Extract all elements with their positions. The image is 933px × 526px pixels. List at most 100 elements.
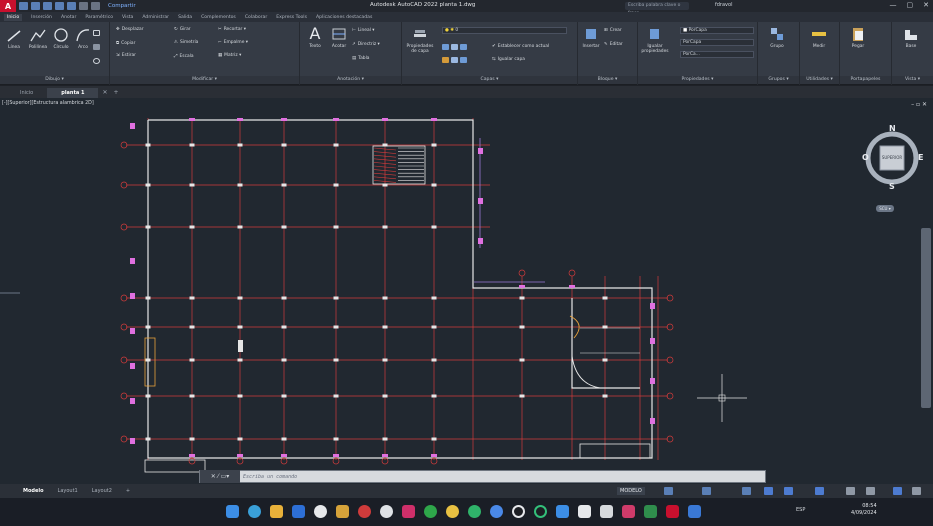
app-red-icon[interactable]	[358, 505, 371, 518]
wcs-menu[interactable]: SCU ▾	[876, 205, 894, 212]
layer-properties-button[interactable]: Propiedades de capa	[404, 26, 436, 54]
lineweight-dropdown[interactable]: PorCa...	[680, 51, 754, 58]
close-window-button[interactable]: ✕	[923, 1, 929, 9]
app-flag-icon[interactable]	[644, 505, 657, 518]
measure-button[interactable]: Medir	[804, 26, 834, 49]
viewcube-face-top[interactable]: SUPERIOR	[881, 155, 903, 160]
app-pink-icon[interactable]	[402, 505, 415, 518]
base-view-button[interactable]: Base	[898, 26, 924, 49]
layout-tab-model[interactable]: Modelo	[20, 488, 47, 494]
undo-icon[interactable]	[79, 2, 88, 10]
windows-start-icon[interactable]	[226, 505, 239, 518]
annotation-group-label[interactable]: Anotación ▾	[300, 76, 401, 84]
tab-insercion[interactable]: Inserción	[31, 15, 52, 20]
new-icon[interactable]	[19, 2, 28, 10]
rotate-button[interactable]: ↻ Girar	[174, 27, 191, 32]
viewcube-east[interactable]: E	[918, 153, 923, 162]
hatch-icon[interactable]	[93, 44, 100, 50]
match-properties-button[interactable]: Igualar propiedades	[640, 26, 670, 54]
add-tab-icon[interactable]: +	[113, 88, 118, 98]
arc-button[interactable]: Arco	[74, 27, 92, 50]
tab-aplicaciones-destacadas[interactable]: Aplicaciones destacadas	[316, 15, 372, 20]
circle-button[interactable]: Círculo	[51, 27, 71, 50]
block-group-label[interactable]: Bloque ▾	[578, 76, 637, 84]
app-window-icon[interactable]	[556, 505, 569, 518]
app-mail-icon[interactable]	[688, 505, 701, 518]
polyline-button[interactable]: Polilínea	[26, 27, 50, 50]
annotation-scale-icon[interactable]	[815, 487, 824, 495]
ortho-toggle-icon[interactable]	[742, 487, 751, 495]
autocad-taskbar-icon[interactable]	[666, 505, 679, 518]
help-search-input[interactable]: Escriba palabra clave o frase	[625, 2, 689, 16]
customization-menu-icon[interactable]	[912, 487, 921, 495]
tab-inicio[interactable]: Inicio	[4, 13, 23, 21]
system-clock[interactable]: 08:54 4/09/2024	[851, 503, 877, 517]
osnap-toggle-icon[interactable]	[784, 487, 793, 495]
file-explorer-icon[interactable]	[270, 505, 283, 518]
maximize-button[interactable]: ▢	[907, 1, 914, 9]
layer-state-icons[interactable]	[442, 57, 467, 63]
view-group-label[interactable]: Vista ▾	[892, 76, 933, 84]
user-account[interactable]: fdravol	[715, 2, 732, 8]
close-tab-icon[interactable]: ✕	[102, 88, 107, 98]
tab-salida[interactable]: Salida	[178, 15, 192, 20]
linetype-dropdown[interactable]: PorCapa	[680, 39, 754, 46]
insert-block-button[interactable]: Insertar	[580, 26, 602, 49]
add-icon[interactable]	[866, 487, 875, 495]
viewport-label[interactable]: [-][Superior][Estructura alambrica 2D]	[2, 101, 94, 106]
save-as-icon[interactable]	[55, 2, 64, 10]
table-button[interactable]: ▤ Tabla	[352, 56, 370, 61]
navigation-bar[interactable]	[921, 228, 931, 408]
mirror-button[interactable]: ⚠ Simetría	[174, 40, 198, 45]
settings-icon[interactable]	[336, 505, 349, 518]
rectangle-icon[interactable]	[93, 30, 100, 36]
command-input[interactable]: Escriba un comando	[240, 474, 297, 480]
clipboard-group-label[interactable]: Portapapeles	[840, 76, 891, 84]
vscode-icon[interactable]	[292, 505, 305, 518]
layer-dropdown[interactable]: ● ✺ 0	[442, 27, 567, 34]
share-button[interactable]: Compartir	[108, 3, 136, 9]
app-yellow-icon[interactable]	[446, 505, 459, 518]
drawing-canvas[interactable]: [-][Superior][Estructura alambrica 2D] –…	[0, 98, 933, 484]
viewport-window-controls[interactable]: – ▫ ✕	[911, 101, 927, 108]
scale-button[interactable]: ⤢ Escala	[174, 53, 194, 60]
line-button[interactable]: Línea	[4, 27, 24, 50]
autocad-logo-icon[interactable]: A	[0, 0, 16, 12]
app-green-ring-icon[interactable]	[534, 505, 547, 518]
draw-group-label[interactable]: Dibujo ▾	[0, 76, 109, 84]
app-magenta-icon[interactable]	[622, 505, 635, 518]
whatsapp-icon[interactable]	[468, 505, 481, 518]
modify-group-label[interactable]: Modificar ▾	[110, 76, 299, 84]
doc-tab-home[interactable]: Inicio	[6, 88, 47, 98]
command-line-tools[interactable]: ✕ ⁄ ▭▾	[200, 470, 240, 483]
viewcube[interactable]: N S E O SUPERIOR	[862, 123, 926, 193]
layout-tab-layout2[interactable]: Layout2	[89, 488, 115, 494]
tab-colaborar[interactable]: Colaborar	[245, 15, 267, 20]
input-language[interactable]: ESP	[796, 507, 805, 513]
app-doc-icon[interactable]	[578, 505, 591, 518]
app-white-icon[interactable]	[380, 505, 393, 518]
group-button[interactable]: Grupo	[762, 26, 792, 49]
app-blue-icon[interactable]	[490, 505, 503, 518]
stretch-button[interactable]: ⇲ Estirar	[116, 53, 136, 58]
open-icon[interactable]	[31, 2, 40, 10]
dimension-button[interactable]: Acotar	[328, 26, 350, 49]
add-layout-icon[interactable]: +	[123, 488, 133, 494]
viewcube-west[interactable]: O	[862, 153, 869, 162]
isolate-objects-icon[interactable]	[893, 487, 902, 495]
doc-tab-planta-1[interactable]: planta 1	[47, 88, 99, 98]
match-layer-button[interactable]: ⇆ Igualar capa	[492, 57, 525, 62]
snap-toggle-icon[interactable]	[702, 487, 711, 495]
make-current-button[interactable]: ✔ Establecer como actual	[492, 44, 549, 49]
properties-group-label[interactable]: Propiedades ▾	[638, 76, 757, 84]
save-icon[interactable]	[43, 2, 52, 10]
trim-button[interactable]: ✂ Recortar ▾	[218, 27, 246, 32]
workspace-gear-icon[interactable]	[846, 487, 855, 495]
model-space-button[interactable]: MODELO	[617, 487, 645, 495]
layer-tools-icons[interactable]	[442, 44, 467, 50]
viewcube-south[interactable]: S	[889, 182, 895, 191]
edge-browser-icon[interactable]	[248, 505, 261, 518]
text-button[interactable]: A Texto	[306, 26, 324, 50]
app-circle-icon[interactable]	[512, 505, 525, 518]
groups-group-label[interactable]: Grupos ▾	[758, 76, 799, 84]
